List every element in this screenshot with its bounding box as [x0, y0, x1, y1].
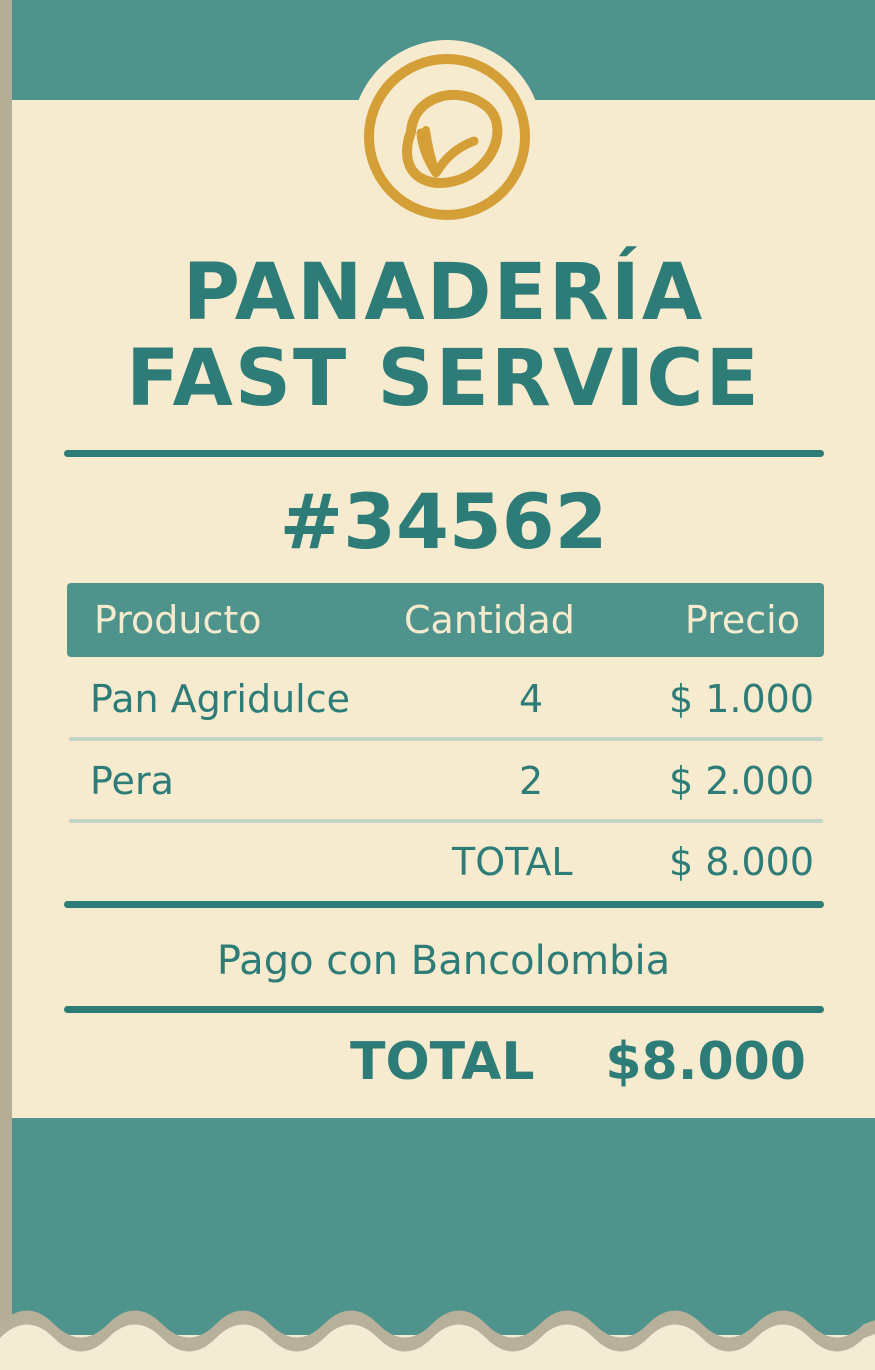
items-table-header: Producto Cantidad Precio	[67, 583, 824, 657]
divider-line	[64, 901, 824, 908]
receipt: PANADERÍA FAST SERVICE #34562 Producto C…	[12, 0, 875, 1335]
item-quantity: 2	[519, 759, 544, 803]
divider-line	[64, 1006, 824, 1013]
item-product: Pan Agridulce	[90, 677, 350, 721]
column-header-quantity: Cantidad	[404, 598, 575, 642]
shop-name-line-2: FAST SERVICE	[126, 334, 761, 424]
subtotal-row: TOTAL $ 8.000	[67, 822, 824, 902]
shop-name-line-1: PANADERÍA	[182, 248, 705, 338]
column-header-product: Producto	[94, 598, 262, 642]
subtotal-label: TOTAL	[452, 840, 573, 884]
grand-total-value: $8.000	[605, 1032, 806, 1092]
leaf-icon	[364, 54, 530, 220]
column-header-price: Precio	[684, 598, 800, 642]
item-price: $ 2.000	[668, 759, 814, 803]
item-quantity: 4	[519, 677, 544, 721]
order-number: #34562	[279, 477, 608, 566]
item-row: Pan Agridulce 4 $ 1.000	[67, 659, 824, 739]
divider-line	[64, 450, 824, 457]
grand-total-label: TOTAL	[350, 1032, 535, 1092]
payment-method: Pago con Bancolombia	[216, 938, 671, 984]
item-product: Pera	[90, 759, 174, 803]
shop-name: PANADERÍA FAST SERVICE	[12, 250, 875, 422]
item-row: Pera 2 $ 2.000	[67, 741, 824, 821]
subtotal-value: $ 8.000	[668, 840, 814, 884]
item-price: $ 1.000	[668, 677, 814, 721]
torn-edge	[0, 1310, 875, 1370]
